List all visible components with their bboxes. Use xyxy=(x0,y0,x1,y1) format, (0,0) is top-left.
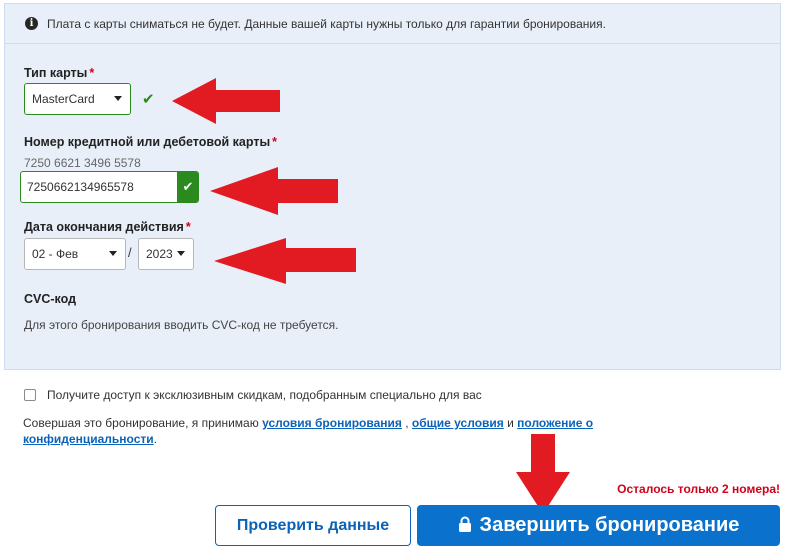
newsletter-label: Получите доступ к эксклюзивным скидкам, … xyxy=(47,388,482,402)
info-icon: i xyxy=(25,17,38,30)
general-terms-link[interactable]: общие условия xyxy=(412,416,504,430)
arrow-left-icon xyxy=(172,78,280,124)
expiry-label: Дата окончания действия * xyxy=(24,220,191,234)
card-number-value: 7250662134965578 xyxy=(27,180,134,194)
arrow-left-icon xyxy=(210,167,338,215)
expiry-month-value: 02 - Фев xyxy=(32,247,79,261)
card-number-hint: 7250 6621 3496 5578 xyxy=(24,156,141,170)
booking-conditions-link[interactable]: условия бронирования xyxy=(262,416,402,430)
card-type-value: MasterCard xyxy=(32,92,95,106)
cvc-text: Для этого бронирования вводить CVC-код н… xyxy=(24,318,339,332)
notice-bar: i Плата с карты сниматься не будет. Данн… xyxy=(5,4,780,44)
expiry-month-select[interactable]: 02 - Фев xyxy=(24,238,126,270)
card-number-input[interactable]: 7250662134965578 ✔ xyxy=(20,171,199,203)
newsletter-checkbox[interactable] xyxy=(24,389,36,401)
terms-text: Совершая это бронирование, я принимаю ус… xyxy=(23,415,663,447)
required-mark: * xyxy=(185,220,191,234)
notice-text: Плата с карты сниматься не будет. Данные… xyxy=(47,17,606,31)
expiry-label-text: Дата окончания действия xyxy=(24,220,184,234)
check-details-button[interactable]: Проверить данные xyxy=(215,505,411,546)
complete-booking-button[interactable]: Завершить бронирование xyxy=(417,505,780,546)
card-number-label-text: Номер кредитной или дебетовой карты xyxy=(24,135,271,149)
rooms-left-badge: Осталось только 2 номера! xyxy=(617,482,780,496)
checkmark-icon: ✔ xyxy=(142,91,155,108)
expiry-year-value: 2023 xyxy=(146,247,173,261)
terms-prefix: Совершая это бронирование, я принимаю xyxy=(23,416,259,430)
terms-and: и xyxy=(507,416,514,430)
arrow-left-icon xyxy=(214,238,356,284)
card-type-label-text: Тип карты xyxy=(24,66,88,80)
checkmark-icon: ✔ xyxy=(177,172,198,202)
terms-suffix: . xyxy=(153,432,157,446)
expiry-separator: / xyxy=(128,245,132,260)
card-type-select[interactable]: MasterCard xyxy=(24,83,131,115)
card-type-label: Тип карты * xyxy=(24,66,94,80)
chevron-down-icon xyxy=(114,96,122,101)
chevron-down-icon xyxy=(177,251,185,256)
required-mark: * xyxy=(89,66,95,80)
terms-separator: , xyxy=(405,416,409,430)
complete-booking-label: Завершить бронирование xyxy=(479,514,740,536)
cvc-label: CVC-код xyxy=(24,292,77,306)
chevron-down-icon xyxy=(109,251,117,256)
required-mark: * xyxy=(272,135,277,149)
card-number-label: Номер кредитной или дебетовой карты * xyxy=(24,135,277,149)
expiry-year-select[interactable]: 2023 xyxy=(138,238,194,270)
lock-icon xyxy=(458,516,471,532)
